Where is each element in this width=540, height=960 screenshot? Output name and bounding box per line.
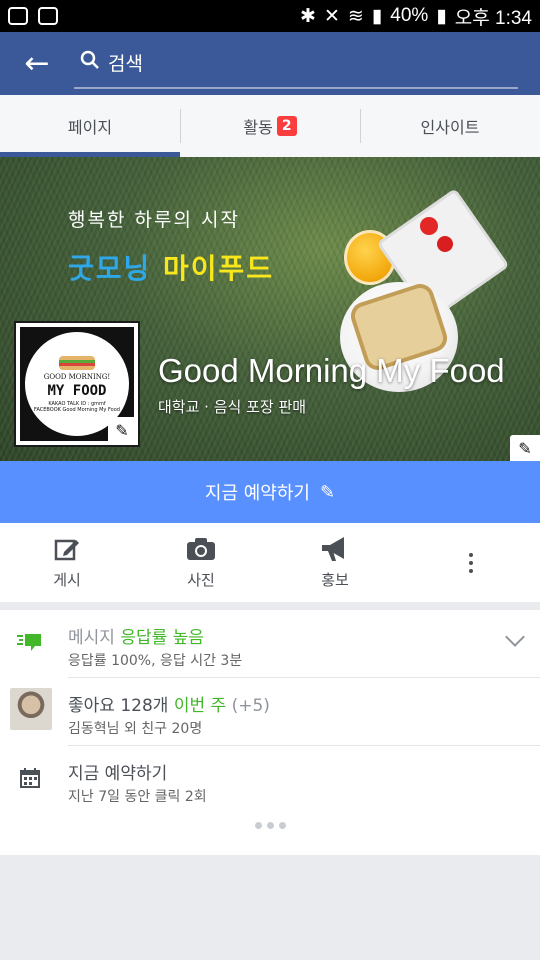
book-now-button[interactable]: 지금 예약하기 ✎ — [0, 461, 540, 523]
friend-avatar — [10, 688, 52, 730]
strawberry-image — [437, 236, 453, 252]
post-button[interactable]: 게시 — [0, 523, 134, 602]
pencil-icon: ✎ — [320, 481, 336, 503]
battery-percent: 40% — [390, 5, 429, 26]
pencil-icon: ✎ — [518, 438, 532, 458]
action-bar: 게시 사진 홍보 — [0, 523, 540, 602]
cover-tagline: 행복한 하루의 시작 — [68, 209, 240, 231]
booking-row[interactable]: 지금 예약하기 지난 7일 동안 클릭 2회 — [20, 746, 540, 814]
message-icon — [14, 626, 46, 658]
edit-profile-picture-button[interactable]: ✎ — [108, 417, 136, 443]
calendar-icon — [14, 762, 46, 794]
tab-activity[interactable]: 활동 2 — [180, 95, 360, 157]
page-tabs: 페이지 활동 2 인사이트 — [0, 95, 540, 157]
tab-page[interactable]: 페이지 — [0, 95, 180, 157]
battery-icon: ▮ — [436, 5, 447, 27]
tab-insights[interactable]: 인사이트 — [360, 95, 540, 157]
search-field[interactable]: 검색 — [74, 39, 518, 89]
clock: 오후 1:34 — [454, 7, 532, 29]
strawberry-image — [420, 217, 438, 235]
camera-icon — [186, 535, 216, 563]
message-notification-icon — [38, 7, 58, 25]
cover-photo[interactable]: 행복한 하루의 시작 굿모닝 마이푸드 GOOD MORNING! MY FOO… — [0, 157, 540, 461]
messages-row[interactable]: 메시지 응답률 높음 응답률 100%, 응답 시간 3분 — [17, 610, 540, 678]
back-arrow-icon: ← — [24, 46, 50, 81]
edit-cover-button[interactable]: ✎ — [510, 435, 540, 461]
status-bar: ✱ ✕ ≋ ▮ 40% ▮ 오후 1:34 — [0, 0, 540, 32]
app-bar: ← 검색 — [0, 32, 540, 95]
mute-icon: ✕ — [323, 5, 340, 27]
pencil-icon: ✎ — [115, 420, 129, 440]
page-title: Good Morning My Food — [158, 352, 505, 389]
edit-icon — [54, 535, 80, 563]
wifi-icon: ≋ — [347, 5, 364, 27]
page-info-card: 메시지 응답률 높음 응답률 100%, 응답 시간 3분 좋아요 128개 이… — [0, 610, 540, 855]
bluetooth-icon: ✱ — [300, 5, 316, 27]
back-button[interactable]: ← — [0, 32, 74, 95]
likes-row[interactable]: 좋아요 128개 이번 주 (+5) 김동혁님 외 친구 20명 — [10, 678, 540, 746]
signal-icon: ▮ — [371, 5, 383, 27]
promote-button[interactable]: 홍보 — [268, 523, 402, 602]
more-dots-indicator[interactable] — [0, 822, 540, 829]
page-category: 대학교 · 음식 포장 판매 — [158, 398, 307, 416]
cover-headline: 굿모닝 마이푸드 — [68, 252, 275, 285]
sandwich-icon — [59, 355, 95, 370]
profile-picture[interactable]: GOOD MORNING! MY FOOD KAKAO TALK ID : gm… — [14, 321, 140, 447]
megaphone-icon — [320, 535, 350, 563]
search-icon — [74, 50, 108, 75]
app-notification-icon — [8, 7, 28, 25]
photo-button[interactable]: 사진 — [134, 523, 268, 602]
activity-badge: 2 — [276, 116, 297, 136]
more-icon — [469, 552, 473, 573]
search-placeholder: 검색 — [108, 53, 143, 75]
chevron-down-icon[interactable] — [505, 627, 525, 647]
more-options-button[interactable] — [402, 523, 540, 602]
